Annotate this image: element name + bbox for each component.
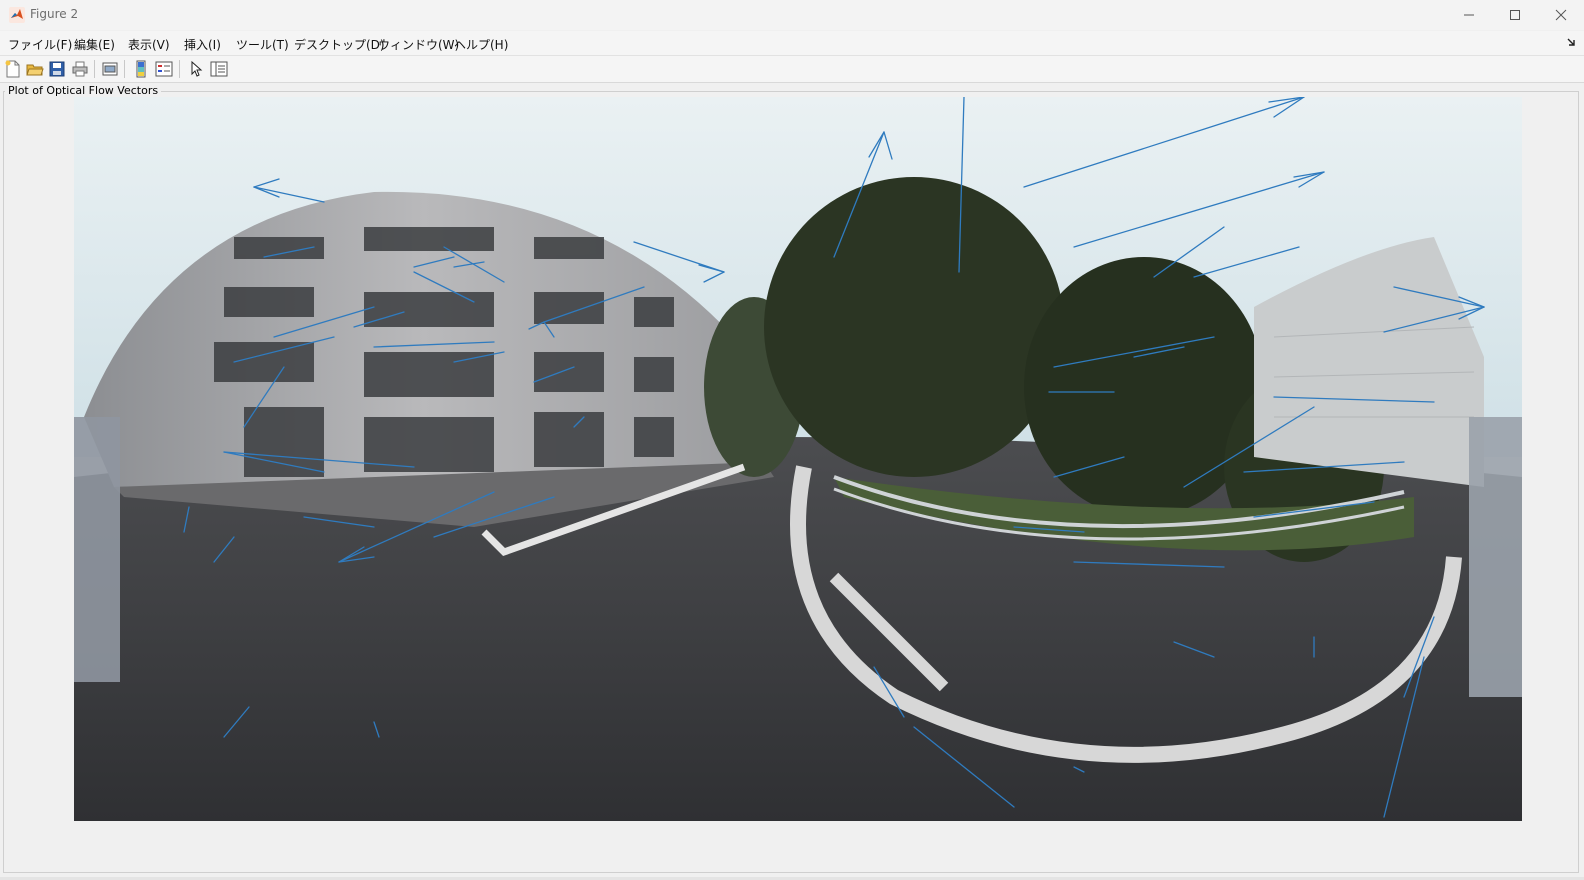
- figure-window: Figure 2 ファイル(F) 編集(E) 表示(V) 挿入(I) ツール(T…: [0, 0, 1584, 880]
- maximize-icon: [1510, 10, 1520, 20]
- minimize-icon: [1464, 14, 1474, 16]
- maximize-button[interactable]: [1492, 0, 1538, 30]
- menu-file[interactable]: ファイル(F): [8, 36, 72, 53]
- menu-bar: ファイル(F) 編集(E) 表示(V) 挿入(I) ツール(T) デスクトップ(…: [0, 31, 1584, 56]
- print-preview-icon[interactable]: [101, 60, 119, 78]
- pointer-icon[interactable]: [187, 60, 205, 78]
- matlab-app-icon: [9, 7, 25, 23]
- title-bar: Figure 2: [0, 0, 1584, 30]
- menu-tools[interactable]: ツール(T): [236, 36, 289, 53]
- minimize-button[interactable]: [1446, 0, 1492, 30]
- toolbar: [0, 56, 1584, 83]
- save-icon[interactable]: [48, 60, 66, 78]
- menu-edit[interactable]: 編集(E): [74, 36, 115, 53]
- close-icon: [1555, 9, 1567, 21]
- menu-help[interactable]: ヘルプ(H): [454, 36, 508, 53]
- open-file-icon[interactable]: [26, 60, 44, 78]
- panorama-image: [74, 97, 1522, 821]
- menu-insert[interactable]: 挿入(I): [184, 36, 221, 53]
- colorbar-icon[interactable]: [132, 60, 150, 78]
- legend-icon[interactable]: [155, 60, 173, 78]
- menubar-dock-arrow-icon[interactable]: [1566, 37, 1576, 47]
- toolbar-separator: [179, 60, 180, 78]
- print-icon[interactable]: [71, 60, 89, 78]
- toolbar-separator: [94, 60, 95, 78]
- menu-desktop[interactable]: デスクトップ(D): [294, 36, 385, 53]
- menu-view[interactable]: 表示(V): [128, 36, 170, 53]
- property-inspector-icon[interactable]: [210, 60, 228, 78]
- new-figure-icon[interactable]: [4, 60, 22, 78]
- toolbar-separator: [124, 60, 125, 78]
- window-title: Figure 2: [30, 7, 79, 21]
- menu-window[interactable]: ウィンドウ(W): [378, 36, 459, 53]
- optical-flow-axes: [74, 97, 1522, 821]
- close-button[interactable]: [1538, 0, 1584, 30]
- panel-title: Plot of Optical Flow Vectors: [5, 84, 162, 97]
